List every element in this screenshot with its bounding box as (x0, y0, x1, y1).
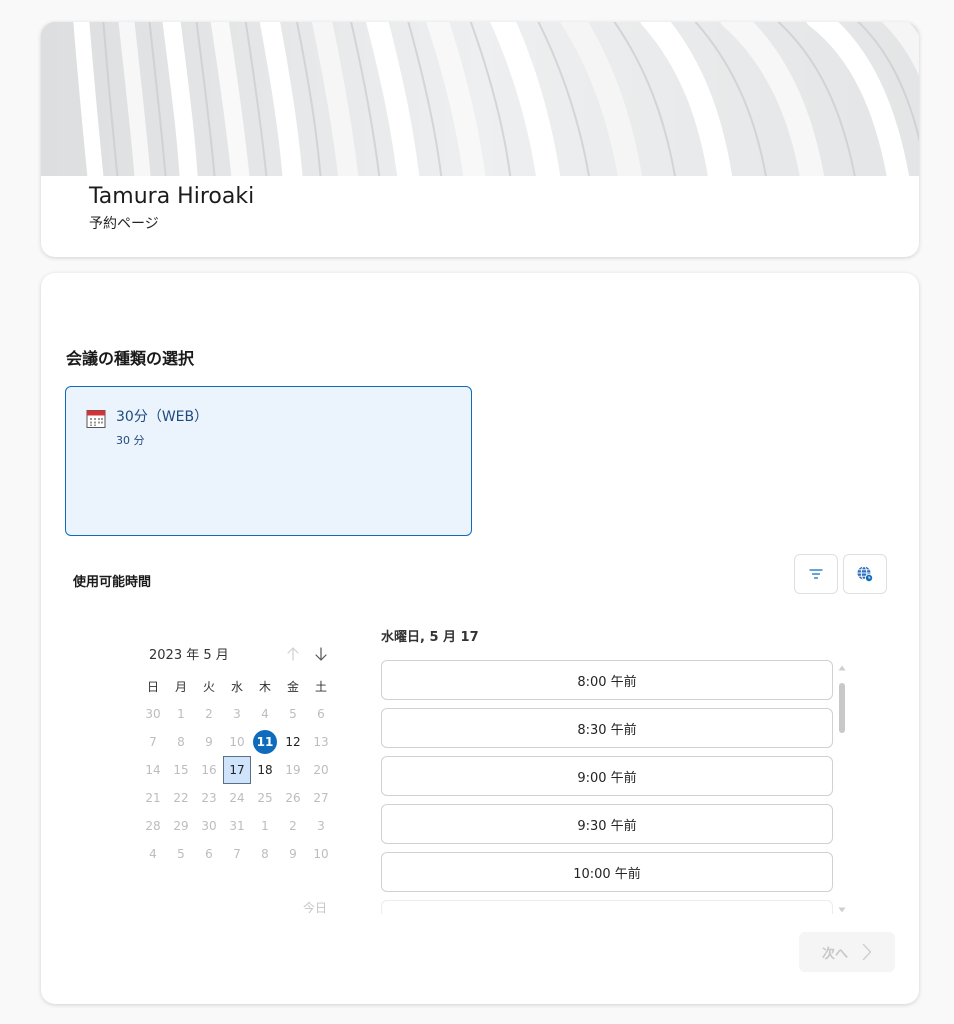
calendar-day-disabled: 25 (257, 791, 273, 805)
arrow-up-icon (287, 647, 299, 661)
calendar-day-disabled: 8 (261, 847, 269, 861)
calendar-day-disabled: 23 (201, 791, 217, 805)
time-slot-button[interactable]: 8:30 午前 (381, 708, 833, 748)
weekday-label: 金 (286, 679, 299, 694)
calendar-day-disabled: 1 (177, 707, 185, 721)
weekday-label: 日 (146, 679, 159, 694)
calendar-day-disabled: 2 (205, 707, 213, 721)
time-slot-button[interactable]: 8:00 午前 (381, 660, 833, 700)
calendar-day-disabled: 3 (317, 819, 325, 833)
calendar-day-disabled: 15 (173, 763, 189, 777)
header-card: Tamura Hiroaki 予約ページ (41, 22, 919, 257)
timezone-button[interactable] (843, 554, 887, 594)
calendar-day-disabled: 30 (201, 819, 217, 833)
chevron-right-icon (862, 943, 872, 961)
calendar-day-disabled: 1 (261, 819, 269, 833)
calendar-day-disabled: 4 (149, 847, 157, 861)
weekday-label: 火 (202, 679, 215, 694)
calendar-week-row: 14 15 16 17 18 19 20 (139, 756, 335, 784)
calendar-day-disabled: 13 (313, 735, 329, 749)
selected-day-marker: 17 (223, 756, 251, 784)
next-button-label: 次へ (821, 946, 848, 962)
calendar-day-disabled: 19 (285, 763, 301, 777)
calendar-week-row: 28 29 30 31 1 2 3 (139, 812, 335, 840)
next-month-button[interactable] (312, 645, 330, 663)
calendar-icon (86, 410, 106, 428)
calendar-day-disabled: 5 (177, 847, 185, 861)
calendar-day-disabled: 27 (313, 791, 329, 805)
next-button[interactable]: 次へ (799, 932, 895, 972)
calendar-day-disabled: 2 (289, 819, 297, 833)
calendar-day-disabled: 31 (229, 819, 245, 833)
calendar-day-disabled: 24 (229, 791, 245, 805)
calendar-day-disabled: 26 (285, 791, 301, 805)
calendar-day-disabled: 28 (145, 819, 161, 833)
time-slot-list: 8:00 午前 8:30 午前 9:00 午前 9:30 午前 10:00 午前 10:3… (381, 660, 834, 914)
filter-icon (809, 569, 823, 579)
weekday-label: 土 (314, 679, 327, 694)
today-marker: 11 (253, 730, 277, 754)
weekday-label: 月 (174, 679, 187, 694)
meeting-type-title: 30分（WEB） (116, 409, 209, 425)
calendar-day-disabled: 29 (173, 819, 189, 833)
calendar-day-disabled: 3 (233, 707, 241, 721)
weekday-header-row: 日月火水木金土 (139, 672, 335, 700)
calendar-day-selected[interactable]: 17 (223, 756, 251, 784)
meeting-type-option[interactable]: 30分（WEB） 30 分 (65, 386, 472, 536)
time-slot-button[interactable]: 9:30 午前 (381, 804, 833, 844)
calendar-day-disabled: 14 (145, 763, 161, 777)
time-slot-button[interactable]: 10:00 午前 (381, 852, 833, 892)
calendar-day-today[interactable]: 11 (251, 728, 279, 756)
page-subtitle: 予約ページ (89, 216, 159, 232)
calendar-day-disabled: 6 (317, 707, 325, 721)
calendar-day-available[interactable]: 18 (251, 756, 279, 784)
calendar-week-row: 21 22 23 24 25 26 27 (139, 784, 335, 812)
section-title: 会議の種類の選択 (66, 349, 195, 368)
time-slot-button[interactable]: 10:30 午前 (381, 900, 833, 914)
calendar-day-disabled: 5 (289, 707, 297, 721)
weekday-label: 木 (258, 679, 271, 694)
calendar-day-disabled: 4 (261, 707, 269, 721)
month-label: 2023 年 5 月 (149, 648, 229, 663)
banner-image (41, 22, 919, 176)
selected-date-heading: 水曜日, 5 月 17 (381, 630, 479, 645)
calendar-day-disabled: 7 (233, 847, 241, 861)
scrollbar-thumb[interactable] (839, 683, 845, 733)
calendar-day-available[interactable]: 12 (279, 728, 307, 756)
filter-button[interactable] (794, 554, 838, 594)
scroll-up-icon[interactable] (838, 665, 846, 671)
calendar-week-row: 4 5 6 7 8 9 10 (139, 840, 335, 868)
arrow-down-icon (315, 647, 327, 661)
prev-month-button[interactable] (284, 645, 302, 663)
scroll-down-icon[interactable] (838, 907, 846, 913)
time-slot-button[interactable]: 9:00 午前 (381, 756, 833, 796)
calendar-day-disabled: 8 (177, 735, 185, 749)
today-button[interactable]: 今日 (303, 899, 327, 916)
owner-name: Tamura Hiroaki (89, 184, 255, 209)
calendar-day-disabled: 7 (149, 735, 157, 749)
globe-clock-icon (857, 566, 873, 582)
calendar-day-disabled: 20 (313, 763, 329, 777)
calendar-day-disabled: 9 (205, 735, 213, 749)
booking-card: 会議の種類の選択 30分（WEB） 30 分 使用可能時間 2023 年 5 月… (41, 273, 919, 1004)
calendar-day-disabled: 9 (289, 847, 297, 861)
calendar-week-row: 30 1 2 3 4 5 6 (139, 700, 335, 728)
calendar-day-disabled: 21 (145, 791, 161, 805)
calendar-grid: 日月火水木金土 30 1 2 3 4 5 6 7 8 9 10 11 12 13 14 15 16 17 18 19 20… (139, 672, 335, 868)
meeting-type-duration: 30 分 (116, 434, 145, 447)
calendar-day-disabled: 30 (145, 707, 161, 721)
calendar-day-disabled: 22 (173, 791, 189, 805)
weekday-label: 水 (230, 679, 243, 694)
availability-label: 使用可能時間 (73, 575, 152, 590)
calendar-week-row: 7 8 9 10 11 12 13 (139, 728, 335, 756)
calendar-day-disabled: 6 (205, 847, 213, 861)
calendar-day-disabled: 16 (201, 763, 217, 777)
calendar-day-disabled: 10 (313, 847, 329, 861)
calendar-day-disabled: 10 (229, 735, 245, 749)
